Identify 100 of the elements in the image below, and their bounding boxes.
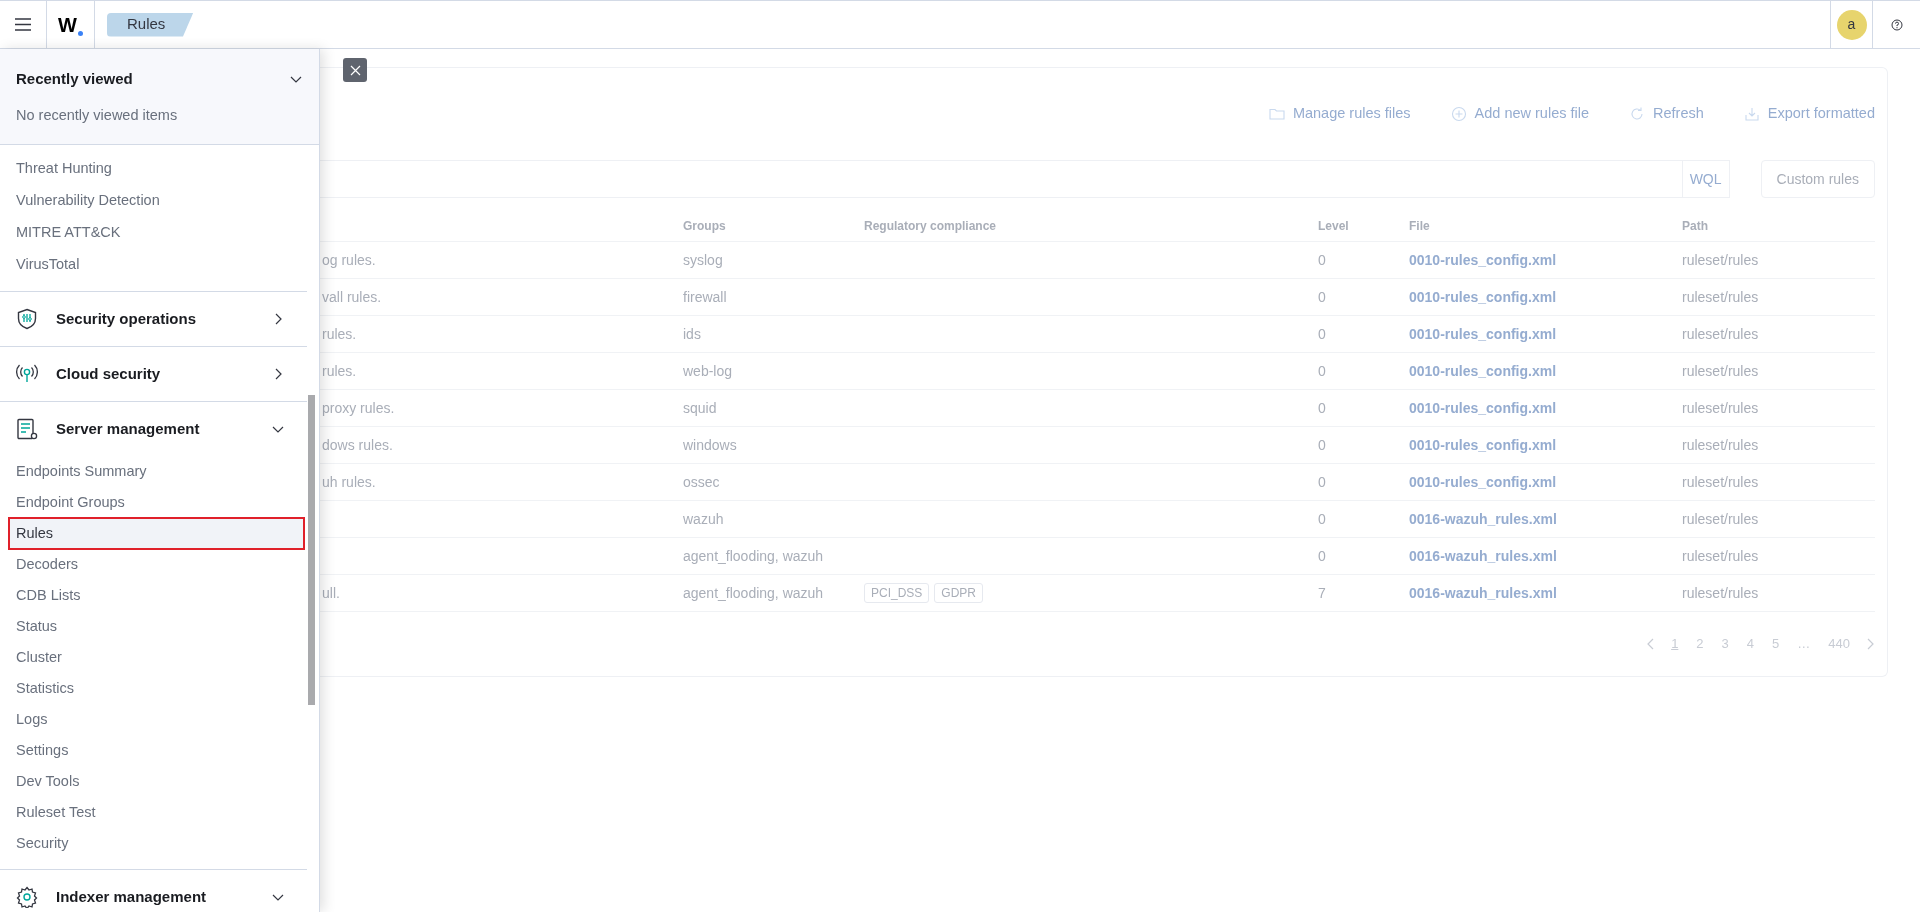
table-cell-text: 0 bbox=[1318, 435, 1327, 455]
file-link[interactable]: 0016-wazuh_rules.xml bbox=[1409, 582, 1682, 604]
gear-icon bbox=[16, 886, 38, 908]
table-cell-text: agent_flooding, wazuh bbox=[683, 583, 825, 603]
table-cell-text: web-log bbox=[683, 361, 734, 381]
download-icon bbox=[1743, 106, 1760, 122]
table-cell-text: 0 bbox=[1318, 250, 1327, 270]
table-cell-text: syslog bbox=[683, 250, 724, 270]
file-link[interactable]: 0016-wazuh_rules.xml bbox=[1409, 545, 1682, 567]
table-cell-text: 0 bbox=[1318, 287, 1327, 307]
table-cell-text: agent_flooding, wazuh bbox=[683, 546, 825, 566]
nav-link[interactable]: Settings bbox=[0, 735, 307, 766]
help-icon[interactable] bbox=[1890, 18, 1903, 31]
section-title[interactable]: Security operations bbox=[56, 307, 271, 331]
refresh-icon bbox=[1629, 106, 1646, 122]
nav-link[interactable]: Dev Tools bbox=[0, 766, 307, 797]
nav-link[interactable]: Cluster bbox=[0, 642, 307, 673]
nav-link[interactable]: Security bbox=[0, 828, 307, 859]
table-cell: uh rules. bbox=[322, 473, 376, 490]
nav-link[interactable]: Endpoint Groups bbox=[0, 487, 307, 518]
close-button[interactable] bbox=[343, 58, 367, 82]
logo[interactable]: W bbox=[58, 9, 83, 40]
action-button[interactable]: Export formatted bbox=[1743, 103, 1875, 125]
table-cell-text: ruleset/rules bbox=[1682, 361, 1760, 381]
tag: GDPR bbox=[934, 583, 984, 603]
shield-icon bbox=[16, 308, 38, 330]
table-cell-text: ruleset/rules bbox=[1682, 472, 1760, 492]
column-header[interactable]: Path bbox=[1682, 216, 1855, 235]
antenna-icon bbox=[16, 363, 38, 385]
nav-link[interactable]: Decoders bbox=[0, 549, 307, 580]
section-title[interactable]: Server management bbox=[56, 417, 271, 441]
table-cell-text: ruleset/rules bbox=[1682, 435, 1760, 455]
nav-link[interactable]: Rules bbox=[8, 517, 305, 550]
table-cell-text: firewall bbox=[683, 287, 728, 307]
table-cell-text: ruleset/rules bbox=[1682, 583, 1760, 603]
table-cell-text: 7 bbox=[1318, 583, 1327, 603]
plus-icon bbox=[1450, 106, 1467, 122]
nav-link[interactable]: Threat Hunting bbox=[0, 153, 307, 185]
breadcrumb[interactable]: Rules bbox=[107, 12, 194, 37]
table-cell: og rules. bbox=[322, 251, 376, 268]
table-cell: rules. bbox=[322, 325, 357, 342]
nav-link[interactable]: Statistics bbox=[0, 673, 307, 704]
nav-link[interactable]: CDB Lists bbox=[0, 580, 307, 611]
table-cell-text: 0 bbox=[1318, 324, 1327, 344]
table-cell-text: ossec bbox=[683, 472, 721, 492]
action-button[interactable]: Add new rules file bbox=[1450, 103, 1590, 125]
table-cell: proxy rules. bbox=[322, 399, 395, 416]
file-link[interactable]: 0016-wazuh_rules.xml bbox=[1409, 508, 1682, 530]
nav-link[interactable]: Ruleset Test bbox=[0, 797, 307, 828]
nav-link[interactable]: MITRE ATT&CK bbox=[0, 217, 307, 249]
action-button[interactable]: Refresh bbox=[1629, 103, 1704, 125]
custom-rules-button[interactable]: Custom rules bbox=[1760, 160, 1875, 198]
table-cell-text: ruleset/rules bbox=[1682, 546, 1760, 566]
table-cell-text: ids bbox=[683, 324, 702, 344]
file-link[interactable]: 0010-rules_config.xml bbox=[1409, 471, 1682, 493]
page-button[interactable]: … bbox=[1794, 634, 1814, 654]
table-cell: dows rules. bbox=[322, 436, 393, 453]
table-cell-text: 0 bbox=[1318, 361, 1327, 381]
table-cell-text: squid bbox=[683, 398, 718, 418]
table-cell-text: 0 bbox=[1318, 472, 1327, 492]
table-cell: rules. bbox=[322, 362, 357, 379]
search-field[interactable]: WQL bbox=[320, 160, 1730, 198]
nav-link[interactable]: VirusTotal bbox=[0, 249, 307, 281]
file-link[interactable]: 0010-rules_config.xml bbox=[1409, 434, 1682, 456]
folder-icon bbox=[1268, 106, 1285, 122]
section-title[interactable]: Indexer management bbox=[56, 885, 271, 909]
file-link[interactable]: 0010-rules_config.xml bbox=[1409, 397, 1682, 419]
nav-link[interactable]: Logs bbox=[0, 704, 307, 735]
table-cell-text: 0 bbox=[1318, 546, 1327, 566]
user-avatar[interactable]: a bbox=[1836, 9, 1867, 40]
table-cell-text: ruleset/rules bbox=[1682, 250, 1760, 270]
section-title: Recently viewed bbox=[16, 68, 133, 89]
table-cell-text: windows bbox=[683, 435, 738, 455]
nav-link[interactable]: Endpoints Summary bbox=[0, 456, 307, 487]
section-title[interactable]: Cloud security bbox=[56, 362, 271, 386]
file-link[interactable]: 0010-rules_config.xml bbox=[1409, 360, 1682, 382]
file-link[interactable]: 0010-rules_config.xml bbox=[1409, 249, 1682, 271]
document-gear-icon bbox=[16, 418, 38, 440]
query-language-button[interactable]: WQL bbox=[1681, 161, 1729, 197]
menu-icon bbox=[15, 18, 31, 31]
file-link[interactable]: 0010-rules_config.xml bbox=[1409, 323, 1682, 345]
column-header[interactable]: File bbox=[1409, 216, 1682, 235]
nav-link[interactable]: Status bbox=[0, 611, 307, 642]
table-cell-text: ruleset/rules bbox=[1682, 509, 1760, 529]
table-cell-text: ruleset/rules bbox=[1682, 324, 1760, 344]
tag: PCI_DSS bbox=[864, 583, 930, 603]
nav-link[interactable]: Vulnerability Detection bbox=[0, 185, 307, 217]
file-link[interactable]: 0010-rules_config.xml bbox=[1409, 286, 1682, 308]
column-header[interactable]: Level bbox=[1318, 216, 1409, 235]
table-cell-text: 0 bbox=[1318, 509, 1327, 529]
column-header[interactable]: Regulatory compliance bbox=[864, 216, 1318, 235]
close-icon bbox=[349, 64, 361, 76]
table-cell-text: ruleset/rules bbox=[1682, 398, 1760, 418]
action-button[interactable]: Manage rules files bbox=[1268, 103, 1411, 125]
table-cell-text: 0 bbox=[1318, 398, 1327, 418]
column-header[interactable]: Groups bbox=[683, 216, 864, 235]
scrollbar-thumb[interactable] bbox=[308, 395, 315, 705]
table-cell-text: wazuh bbox=[683, 509, 725, 529]
table-cell-text: ruleset/rules bbox=[1682, 287, 1760, 307]
table-cell: ull. bbox=[322, 584, 340, 601]
